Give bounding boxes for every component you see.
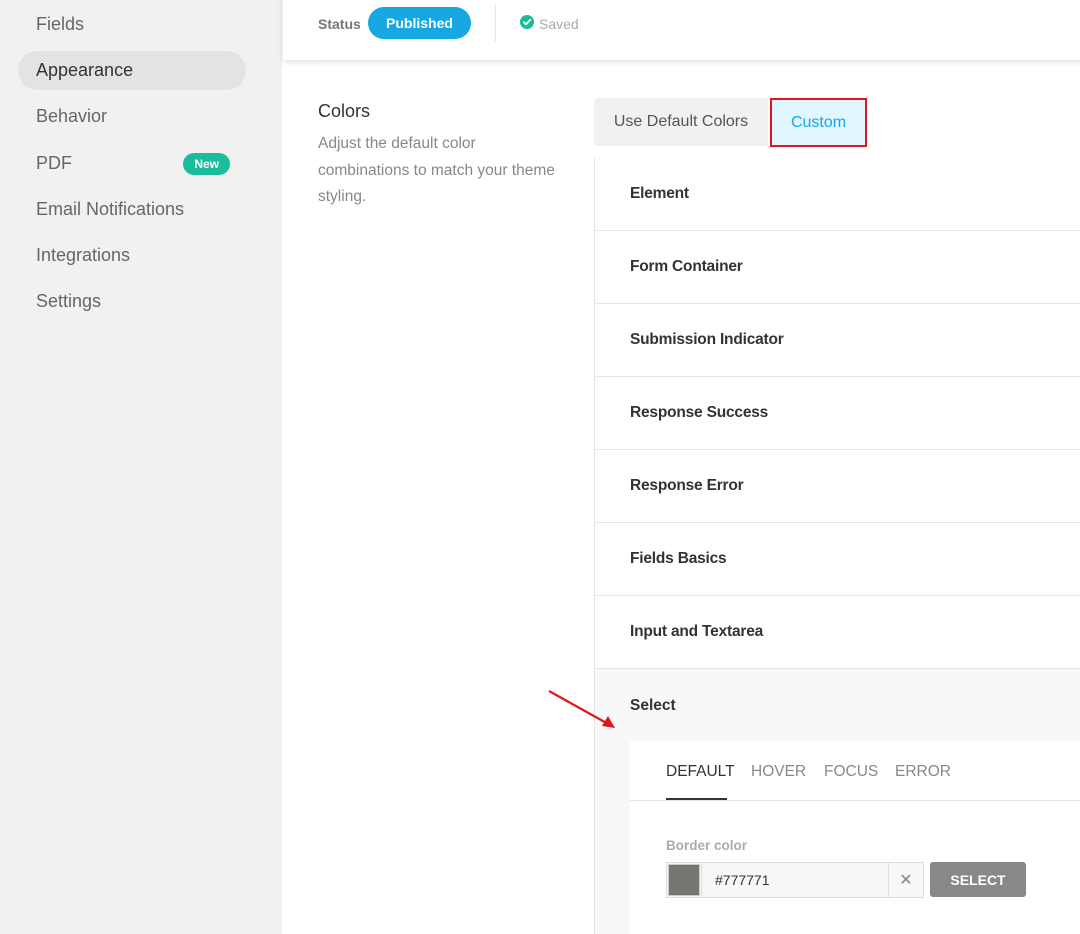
- check-circle-icon: [520, 15, 534, 29]
- colors-description: Adjust the default color combinations to…: [318, 135, 555, 205]
- sidebar-item-label: Settings: [36, 291, 102, 311]
- sidebar-item-label: Email Notifications: [36, 199, 185, 219]
- new-badge: New: [183, 153, 230, 175]
- header-vertical-divider: [495, 5, 496, 42]
- accordion-item-label: Response Error: [630, 477, 744, 494]
- tab-focus-state[interactable]: FOCUS: [824, 763, 878, 781]
- sidebar-item-pdf[interactable]: PDF New: [18, 144, 246, 183]
- accordion-item-label: Fields Basics: [630, 550, 727, 567]
- sidebar-item-email-notifications[interactable]: Email Notifications: [18, 190, 246, 229]
- accordion-item-label: Element: [630, 185, 689, 202]
- sidebar-item-label: PDF: [36, 153, 72, 173]
- accordion-item-label: Response Success: [630, 404, 769, 421]
- accordion-item-input-and-textarea[interactable]: Input and Textarea: [595, 596, 1080, 669]
- status-published-button[interactable]: Published: [368, 7, 471, 39]
- accordion-item-label: Input and Textarea: [630, 623, 764, 640]
- annotation-arrow-icon: [548, 690, 615, 728]
- tab-custom[interactable]: Custom: [770, 98, 867, 147]
- sidebar-item-label: Fields: [36, 14, 85, 34]
- close-icon: ✕: [899, 872, 913, 889]
- sidebar-item-label: Appearance: [36, 60, 134, 80]
- accordion-item-form-container[interactable]: Form Container: [595, 231, 1080, 304]
- accordion-item-element[interactable]: Element: [595, 158, 1080, 231]
- saved-status: Saved: [539, 16, 579, 32]
- color-swatch[interactable]: [668, 864, 700, 896]
- accordion-item-label: Form Container: [630, 258, 743, 275]
- accordion-item-submission-indicator[interactable]: Submission Indicator: [595, 304, 1080, 377]
- accordion-item-label: Submission Indicator: [630, 331, 784, 348]
- accordion-item-response-error[interactable]: Response Error: [595, 450, 1080, 523]
- sidebar-item-label: Behavior: [36, 106, 108, 126]
- sidebar-item-appearance[interactable]: Appearance: [18, 51, 246, 90]
- sidebar: Fields Appearance Behavior PDF New Email…: [0, 0, 282, 934]
- border-color-label: Border color: [666, 838, 748, 853]
- tab-error-state[interactable]: ERROR: [895, 763, 951, 781]
- sidebar-item-label: Integrations: [36, 245, 131, 265]
- accordion-item-select-title[interactable]: Select: [630, 697, 676, 715]
- colors-title: Colors: [318, 101, 371, 121]
- select-color-button[interactable]: SELECT: [930, 862, 1026, 897]
- header-divider: [318, 60, 1080, 61]
- sidebar-item-integrations[interactable]: Integrations: [18, 236, 246, 275]
- status-label: Status: [318, 16, 361, 32]
- accordion-item-response-success[interactable]: Response Success: [595, 377, 1080, 450]
- sidebar-item-settings[interactable]: Settings: [18, 282, 246, 321]
- sidebar-item-fields[interactable]: Fields: [18, 5, 246, 44]
- sidebar-item-behavior[interactable]: Behavior: [18, 97, 246, 136]
- tab-default-state[interactable]: DEFAULT: [666, 763, 735, 781]
- border-color-input[interactable]: [701, 863, 888, 897]
- tab-use-default-colors[interactable]: Use Default Colors: [594, 98, 768, 146]
- panel-divider: [630, 800, 1080, 801]
- tab-hover-state[interactable]: HOVER: [751, 763, 806, 781]
- accordion-item-fields-basics[interactable]: Fields Basics: [595, 523, 1080, 596]
- clear-color-button[interactable]: ✕: [888, 863, 923, 897]
